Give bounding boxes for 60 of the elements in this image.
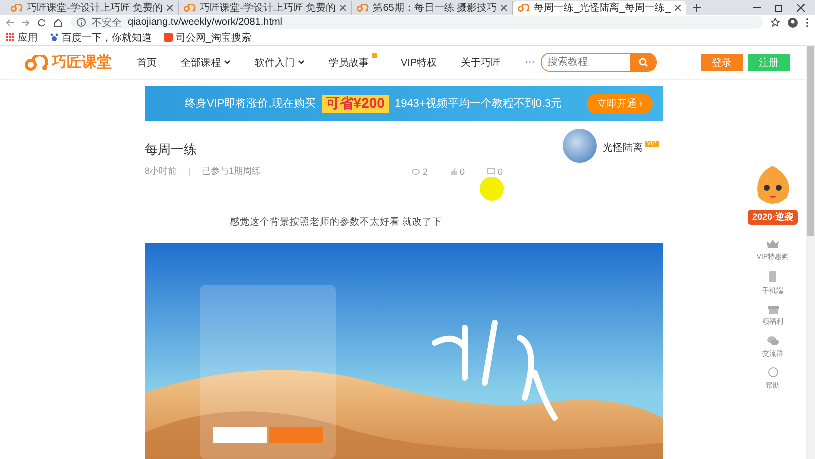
star-icon[interactable] xyxy=(771,18,780,27)
info-icon[interactable] xyxy=(77,18,86,27)
account-icon[interactable] xyxy=(788,18,798,28)
thumb-icon xyxy=(450,168,457,175)
logo-icon xyxy=(25,54,49,70)
cursor-highlight-icon xyxy=(480,177,504,201)
reload-icon[interactable] xyxy=(38,18,46,26)
scrollbar-thumb[interactable] xyxy=(807,46,814,236)
participation-text: 已参与1期周练 xyxy=(202,165,262,178)
comment-icon xyxy=(486,168,495,175)
browser-tab[interactable]: 每周一练_光怪陆离_每周一练_ xyxy=(513,1,686,15)
home-icon[interactable] xyxy=(54,18,63,26)
address-bar[interactable]: 不安全 qiaojiang.tv/weekly/work/2081.html xyxy=(71,16,763,29)
paw-icon[interactable] xyxy=(50,33,59,42)
apps-grid-icon[interactable] xyxy=(6,33,15,42)
bookmark-link[interactable]: 司公网_淘宝搜索 xyxy=(176,30,252,44)
post-time: 8小时前 xyxy=(145,165,178,178)
site-favicon-icon xyxy=(518,4,530,12)
author-name[interactable]: 光怪陆离 xyxy=(603,141,643,155)
nav-link[interactable]: 全部课程 xyxy=(181,56,221,70)
security-label[interactable]: 不安全 xyxy=(92,16,122,30)
site-favicon-icon xyxy=(11,4,23,12)
bookmark-link[interactable]: 百度一下，你就知道 xyxy=(62,30,152,44)
nav-link[interactable]: 首页 xyxy=(137,56,157,70)
search-icon xyxy=(638,58,648,67)
bookmark-link[interactable]: 应用 xyxy=(18,30,38,44)
nav-link[interactable]: 学员故事 xyxy=(329,56,369,70)
work-title: 每周一练 xyxy=(145,141,198,159)
stat-count: 0 xyxy=(498,166,503,176)
site-favicon-icon xyxy=(357,4,370,12)
close-icon[interactable] xyxy=(797,4,805,12)
nav-link[interactable]: 关于巧匠 xyxy=(461,56,502,70)
promo-badge[interactable]: 2020·逆袭 xyxy=(748,210,798,225)
site-favicon-icon xyxy=(184,4,196,12)
stat-count: 2 xyxy=(422,166,428,176)
stat-count: 0 xyxy=(460,166,465,176)
chevron-down-icon[interactable] xyxy=(298,60,305,65)
restore-icon[interactable] xyxy=(775,4,783,12)
banner-text: 1943+视频平均一个教程不到0.3元 xyxy=(394,97,562,111)
nav-link[interactable]: ··· xyxy=(525,57,536,68)
back-icon[interactable] xyxy=(6,18,14,26)
new-badge-icon xyxy=(372,52,377,58)
nav-link[interactable]: 软件入门 xyxy=(255,56,295,70)
search-button[interactable] xyxy=(630,54,656,71)
close-icon[interactable] xyxy=(501,5,508,11)
nav-link[interactable]: VIP特权 xyxy=(401,56,438,70)
url-text: qiaojiang.tv/weekly/work/2081.html xyxy=(128,17,283,28)
close-icon[interactable] xyxy=(674,5,681,11)
eye-icon xyxy=(412,168,420,174)
chevron-down-icon[interactable] xyxy=(224,60,231,65)
close-icon[interactable] xyxy=(340,5,346,11)
avatar[interactable] xyxy=(563,129,597,163)
close-icon[interactable] xyxy=(167,5,174,11)
menu-icon[interactable] xyxy=(806,18,809,28)
shop-icon[interactable] xyxy=(164,33,173,42)
banner-text: 终身VIP即将涨价,现在购买 xyxy=(185,97,316,111)
search-field[interactable]: 搜索教程 xyxy=(541,53,657,72)
forward-icon[interactable] xyxy=(22,18,30,26)
work-description: 感觉这个背景按照老师的参数不太好看 就改了下 xyxy=(230,216,443,229)
discount-text: 可省¥200 xyxy=(322,94,389,112)
